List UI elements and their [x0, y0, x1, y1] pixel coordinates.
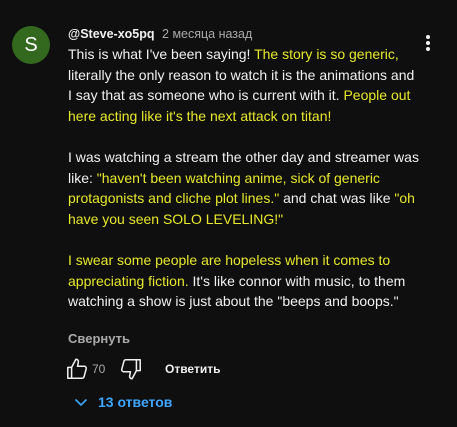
thumbs-up-icon	[67, 358, 88, 379]
avatar[interactable]: S	[12, 26, 50, 64]
dislike-button[interactable]	[118, 356, 144, 382]
comment-timestamp[interactable]: 2 месяца назад	[162, 27, 252, 41]
collapse-button[interactable]: Свернуть	[68, 331, 130, 346]
comment-paragraph-2: I was watching a stream the other day an…	[68, 147, 420, 229]
avatar-letter: S	[24, 34, 38, 56]
comment-text: This is what I've been saying! The story…	[68, 44, 420, 312]
thumbs-down-icon	[120, 359, 141, 380]
reply-button[interactable]: Ответить	[165, 362, 220, 376]
like-button[interactable]	[64, 356, 90, 382]
comment-thread: S @Steve-xo5pq 2 месяца назад This is wh…	[0, 0, 457, 427]
view-replies-button[interactable]: 13 ответов	[64, 388, 182, 416]
text-span: and chat was like	[279, 190, 395, 207]
chevron-down-icon	[74, 398, 88, 406]
text-span: This is what I've been saying!	[68, 46, 255, 62]
author-name[interactable]: @Steve-xo5pq	[68, 27, 155, 41]
highlighted-text: The story is so generic,	[254, 46, 399, 62]
comment-paragraph-1: This is what I've been saying! The story…	[68, 44, 420, 126]
like-count: 70	[92, 362, 106, 376]
comment-actions: 70 Ответить	[62, 356, 242, 382]
comment-header: @Steve-xo5pq 2 месяца назад	[68, 26, 252, 42]
comment-paragraph-3: I swear some people are hopeless when it…	[68, 250, 420, 312]
more-vert-icon[interactable]	[420, 32, 436, 54]
replies-count-label: 13 ответов	[98, 394, 173, 410]
